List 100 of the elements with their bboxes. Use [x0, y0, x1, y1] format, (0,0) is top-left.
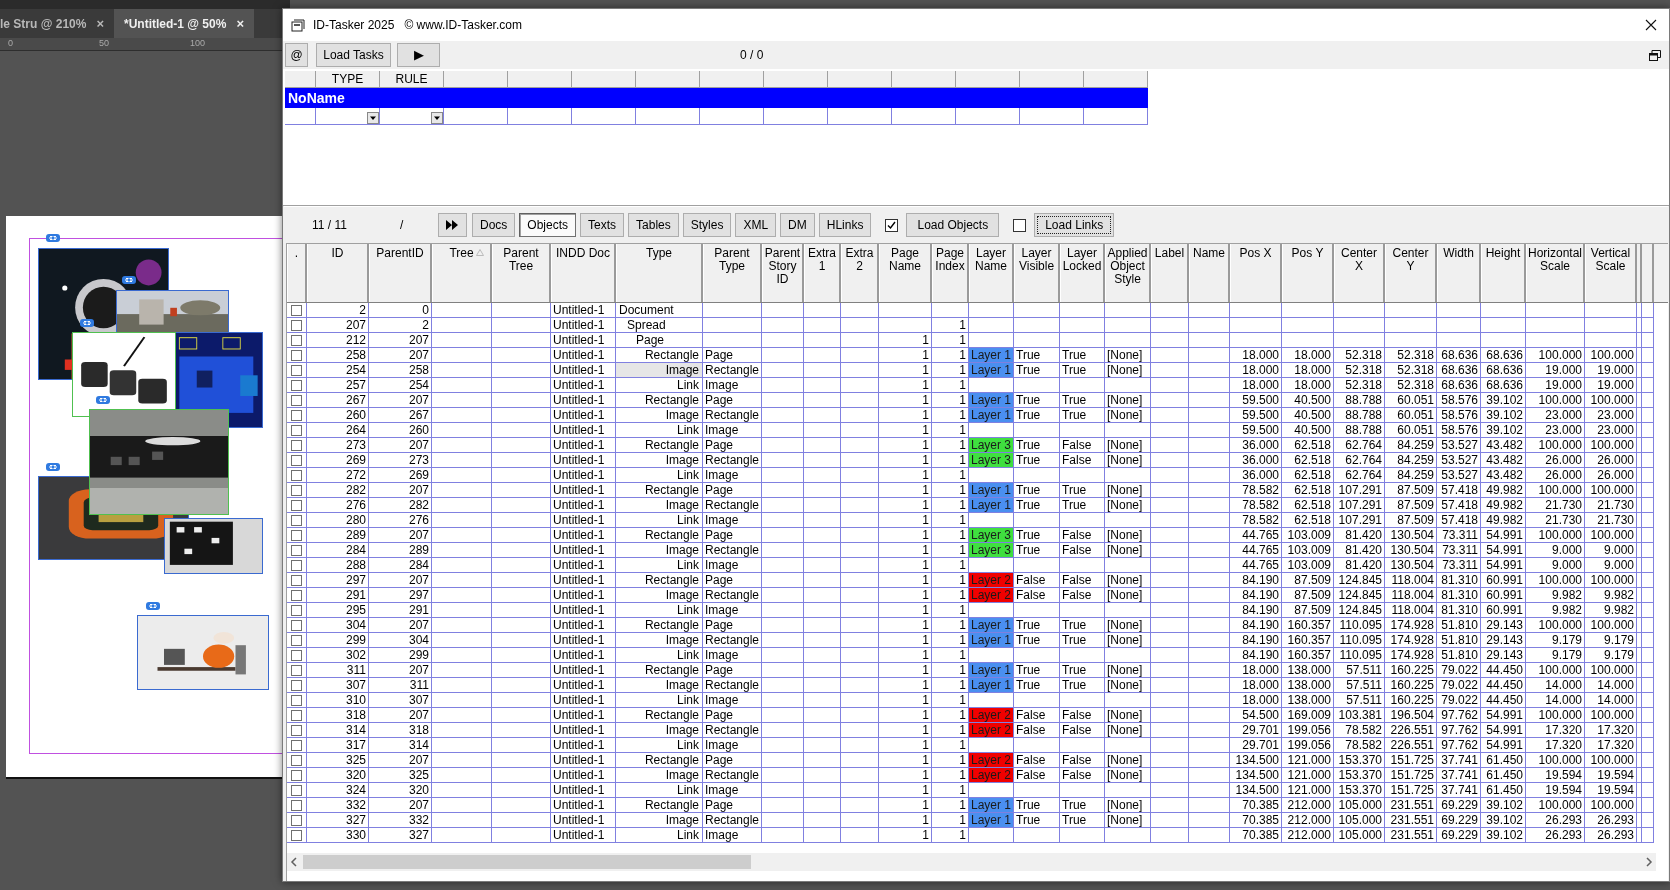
link-badge-icon: [46, 463, 60, 471]
ruler-number: 100: [190, 38, 206, 48]
table-cell: 231.551: [1385, 828, 1437, 843]
link-badge-icon: [96, 396, 110, 404]
row-checkbox[interactable]: [291, 529, 302, 541]
row-checkbox[interactable]: [291, 604, 302, 616]
table-cell: Image: [703, 828, 762, 843]
load-button[interactable]: Load Links: [1034, 213, 1115, 237]
view-tab[interactable]: Styles: [682, 213, 732, 237]
row-checkbox[interactable]: [291, 334, 302, 346]
row-checkbox[interactable]: [291, 424, 302, 436]
layer-cell: Layer 1: [969, 393, 1014, 408]
row-checkbox[interactable]: [291, 769, 302, 781]
load-button[interactable]: Load Objects: [906, 213, 1000, 237]
row-checkbox[interactable]: [291, 379, 302, 391]
row-checkbox[interactable]: [291, 439, 302, 451]
row-checkbox[interactable]: [291, 499, 302, 511]
load-checkbox[interactable]: [885, 218, 899, 232]
layer-cell: Layer 1: [969, 798, 1014, 813]
row-checkbox[interactable]: [291, 559, 302, 571]
table-cell: 26.293: [1585, 828, 1637, 843]
row-checkbox[interactable]: [291, 829, 302, 841]
row-checkbox[interactable]: [291, 784, 302, 796]
row-checkbox[interactable]: [291, 364, 302, 376]
at-button[interactable]: @: [285, 43, 308, 67]
row-checkbox[interactable]: [291, 514, 302, 526]
view-tab[interactable]: Docs: [472, 213, 516, 237]
tab-close[interactable]: ×: [96, 13, 104, 34]
link-badge-icon: [146, 602, 160, 610]
layer-cell: Layer 1: [969, 633, 1014, 648]
layer-cell: Layer 1: [969, 663, 1014, 678]
row-checkbox[interactable]: [291, 394, 302, 406]
run-button[interactable]: ▶: [397, 43, 440, 67]
scroll-thumb[interactable]: [303, 855, 751, 869]
layer-cell: Layer 1: [969, 483, 1014, 498]
row-checkbox[interactable]: [291, 409, 302, 421]
layer-cell: Layer 2: [969, 723, 1014, 738]
app-icon: [291, 18, 305, 32]
layer-cell: Layer 3: [969, 528, 1014, 543]
row-checkbox[interactable]: [291, 574, 302, 586]
fast-forward-button[interactable]: [438, 213, 467, 237]
row-checkbox[interactable]: [291, 814, 302, 826]
table-cell: 70.385: [1230, 828, 1282, 843]
restore-icon[interactable]: [1649, 49, 1661, 61]
row-checkbox[interactable]: [291, 799, 302, 811]
row-checkbox[interactable]: [291, 754, 302, 766]
layer-cell: Layer 3: [969, 453, 1014, 468]
dropdown-field[interactable]: [316, 108, 380, 125]
layer-cell: Layer 2: [969, 708, 1014, 723]
table-cell: Link: [616, 828, 703, 843]
layer-cell: Layer 1: [969, 678, 1014, 693]
dropdown-field[interactable]: [380, 108, 444, 125]
task-counter: 0 / 0: [740, 47, 764, 64]
row-checkbox[interactable]: [291, 544, 302, 556]
row-checkbox[interactable]: [291, 724, 302, 736]
separator-text: /: [400, 217, 405, 234]
view-tab[interactable]: Objects: [519, 213, 577, 237]
row-checkbox[interactable]: [291, 349, 302, 361]
row-checkbox[interactable]: [291, 664, 302, 676]
table-cell: 212.000: [1282, 828, 1334, 843]
row-checkbox[interactable]: [291, 319, 302, 331]
row-checkbox[interactable]: [291, 469, 302, 481]
horizontal-scrollbar[interactable]: [287, 853, 1656, 871]
row-checkbox[interactable]: [291, 484, 302, 496]
row-checkbox[interactable]: [291, 589, 302, 601]
table-cell: 327: [369, 828, 432, 843]
view-tab[interactable]: Tables: [628, 213, 679, 237]
row-checkbox[interactable]: [291, 304, 302, 316]
table-cell: 1: [879, 828, 932, 843]
view-tab[interactable]: XML: [735, 213, 777, 237]
load-checkbox[interactable]: [1013, 218, 1027, 232]
window-title: ID-Tasker 2025: [313, 17, 395, 34]
layer-cell: Layer 1: [969, 498, 1014, 513]
layer-cell: Layer 2: [969, 768, 1014, 783]
tab-close[interactable]: ×: [236, 13, 244, 34]
view-tab[interactable]: HLinks: [818, 213, 872, 237]
row-checkbox[interactable]: [291, 739, 302, 751]
layer-cell: Layer 3: [969, 438, 1014, 453]
layer-cell: Layer 2: [969, 588, 1014, 603]
table-cell: 105.000: [1334, 828, 1385, 843]
layer-cell: Layer 1: [969, 618, 1014, 633]
close-icon[interactable]: [1645, 19, 1657, 31]
view-tab[interactable]: DM: [780, 213, 815, 237]
row-checkbox[interactable]: [291, 634, 302, 646]
load-tasks-button[interactable]: Load Tasks: [316, 43, 391, 67]
row-checkbox[interactable]: [291, 679, 302, 691]
row-checkbox[interactable]: [291, 709, 302, 721]
document-tab[interactable]: *Untitled-1 @ 50% ×: [114, 9, 254, 38]
row-checkbox[interactable]: [291, 649, 302, 661]
table-cell: Untitled-1: [551, 828, 616, 843]
view-tab[interactable]: Texts: [580, 213, 625, 237]
group-row[interactable]: NoName: [285, 88, 1148, 108]
ruler-number: 50: [99, 38, 109, 48]
layer-cell: Layer 2: [969, 573, 1014, 588]
layer-cell: Layer 1: [969, 363, 1014, 378]
row-checkbox[interactable]: [291, 454, 302, 466]
caret-icon: [367, 112, 379, 124]
row-checkbox[interactable]: [291, 619, 302, 631]
row-checkbox[interactable]: [291, 694, 302, 706]
tab-label: *Untitled-1 @ 50%: [124, 15, 227, 33]
